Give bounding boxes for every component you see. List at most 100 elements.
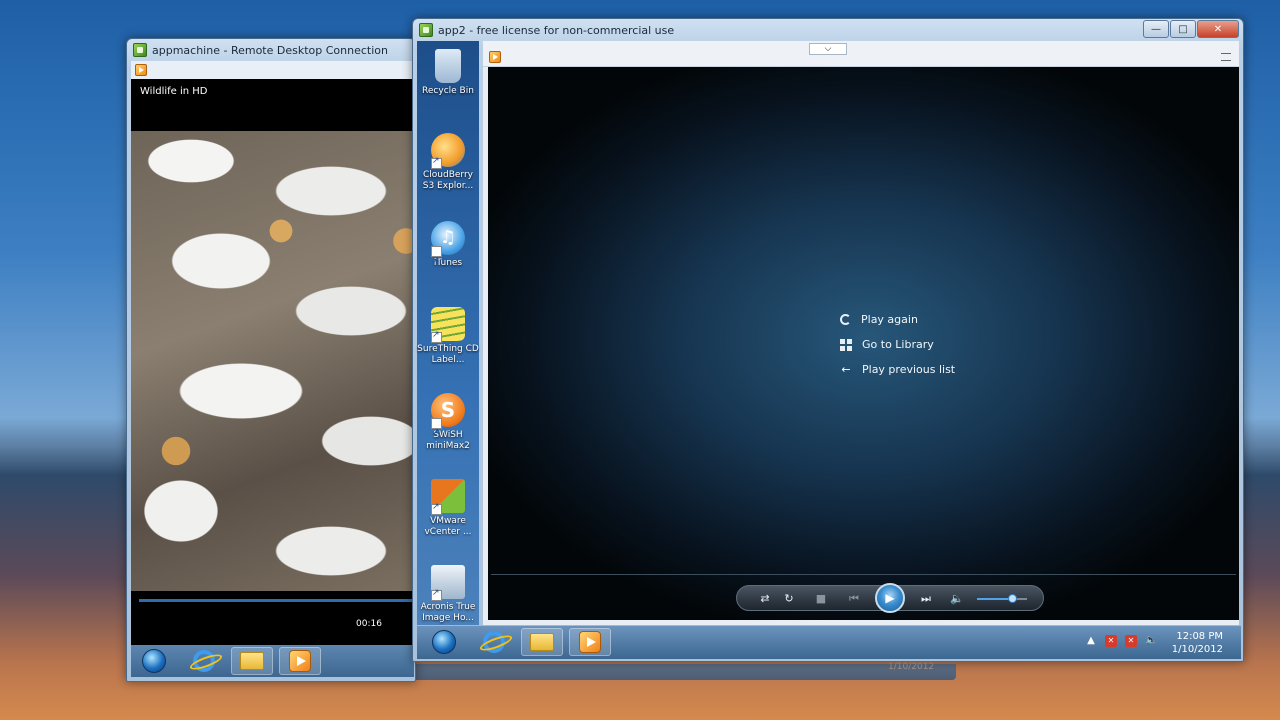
desktop-icon-label: VMware vCenter ...	[424, 516, 472, 537]
library-icon	[840, 338, 852, 351]
remote-session-area[interactable]: Wildlife in HD 00:16	[131, 61, 414, 677]
windows-orb-icon	[432, 630, 456, 654]
app2-window-title: app2 - free license for non-commercial u…	[438, 23, 675, 37]
windows-orb-icon	[142, 649, 166, 673]
windows-media-player-icon	[579, 631, 601, 653]
vmware-icon	[431, 479, 465, 515]
seek-bar[interactable]	[139, 599, 414, 602]
desktop-icon-vmware[interactable]: VMware vCenter ...	[417, 479, 479, 538]
progress-line[interactable]	[491, 574, 1236, 575]
menu-lines-icon[interactable]	[1221, 53, 1231, 61]
maximize-button[interactable]: □	[1170, 20, 1196, 38]
taskbar: ▲ ✕ ✕ 🔈 12:08 PM 1/10/2012	[417, 625, 1241, 659]
shortcut-arrow-icon	[431, 502, 442, 515]
folder-icon	[240, 652, 264, 670]
play-again-label: Play again	[861, 313, 918, 326]
desktop-icons-column: Recycle Bin CloudBerry S3 Explor... ♫ iT…	[417, 41, 479, 635]
play-again-option[interactable]: Play again	[840, 307, 955, 332]
shuffle-button[interactable]: ⇄	[755, 586, 775, 612]
acronis-icon	[431, 565, 465, 601]
start-button[interactable]	[133, 647, 175, 675]
rdc-icon-strip	[131, 61, 414, 79]
media-player-icon	[135, 64, 147, 76]
desktop-icon-recycle-bin[interactable]: Recycle Bin	[417, 49, 479, 97]
background-date: 1/10/2012	[888, 662, 935, 672]
folder-icon	[530, 633, 554, 651]
taskbar-wmp-button[interactable]	[569, 628, 611, 656]
stop-icon: ■	[815, 592, 827, 605]
recycle-bin-icon	[435, 49, 461, 83]
speaker-icon: 🔈	[950, 592, 964, 605]
itunes-icon: ♫	[431, 221, 465, 278]
repeat-button[interactable]: ↻	[779, 586, 799, 612]
back-arrow-icon: ←	[841, 362, 851, 376]
taskbar-ie-button[interactable]	[473, 628, 515, 656]
desktop-icon-surething[interactable]: SureThing CD Label...	[417, 307, 479, 366]
video-timecode: 00:16	[356, 619, 382, 629]
desktop-icon-cloudberry[interactable]: CloudBerry S3 Explor...	[417, 133, 479, 192]
stop-button[interactable]: ■	[811, 586, 831, 612]
show-hidden-icons-icon[interactable]: ▲	[1085, 635, 1097, 647]
network-icon[interactable]: ✕	[1125, 635, 1137, 647]
shortcut-arrow-icon	[431, 156, 442, 169]
swish-icon: S	[431, 393, 465, 450]
go-to-library-option[interactable]: Go to Library	[840, 332, 955, 357]
windows-media-player-icon	[289, 650, 311, 672]
play-previous-list-option[interactable]: ← Play previous list	[840, 357, 955, 382]
taskbar-wmp-button[interactable]	[279, 647, 321, 675]
desktop-icon-label: Recycle Bin	[422, 86, 474, 96]
taskbar-explorer-button[interactable]	[521, 628, 563, 656]
taskbar-clock[interactable]: 12:08 PM 1/10/2012	[1172, 630, 1223, 656]
shortcut-arrow-icon	[431, 416, 442, 450]
volume-slider[interactable]	[977, 598, 1027, 600]
desktop-icon-itunes[interactable]: ♫ iTunes	[417, 221, 479, 278]
desktop-icon-label: iTunes	[433, 258, 463, 268]
player-top-bar: ⌵	[483, 41, 1239, 67]
previous-icon: ⏮	[849, 592, 859, 605]
close-button[interactable]: ✕	[1197, 20, 1239, 38]
now-playing-stage[interactable]: Play again Go to Library ← Play previous…	[488, 67, 1239, 620]
collapse-chevron-button[interactable]: ⌵	[809, 43, 847, 55]
shortcut-arrow-icon	[431, 588, 442, 601]
previous-button[interactable]: ⏮	[841, 586, 867, 612]
media-player[interactable]: ⌵ Play again Go to Library ← Play previo…	[483, 41, 1239, 641]
volume-tray-icon[interactable]: 🔈	[1145, 635, 1157, 647]
desktop-icon-label: SureThing CD Label...	[417, 344, 479, 365]
app2-window[interactable]: app2 - free license for non-commercial u…	[412, 18, 1244, 662]
play-previous-list-label: Play previous list	[862, 363, 956, 376]
desktop-icon-label: Acronis True Image Ho...	[420, 602, 476, 623]
remote-taskbar	[131, 645, 414, 677]
video-title: Wildlife in HD	[140, 86, 208, 97]
window-controls: — □ ✕	[1142, 20, 1239, 38]
internet-explorer-icon	[483, 631, 505, 653]
shuffle-icon: ⇄	[760, 592, 770, 605]
cloudberry-icon	[431, 133, 465, 169]
play-button[interactable]: ▶	[875, 583, 905, 613]
surething-icon	[431, 307, 465, 343]
rdc-window-title: appmachine - Remote Desktop Connection	[152, 43, 388, 57]
mute-button[interactable]: 🔈	[947, 586, 967, 612]
remote-desktop-window[interactable]: appmachine - Remote Desktop Connection W…	[126, 38, 416, 682]
start-button[interactable]	[423, 628, 465, 656]
desktop-icon-label: CloudBerry S3 Explor...	[422, 170, 474, 191]
end-of-playback-menu: Play again Go to Library ← Play previous…	[840, 307, 955, 382]
app2-titlebar[interactable]: app2 - free license for non-commercial u…	[413, 19, 1243, 41]
repeat-icon: ↻	[784, 592, 794, 605]
minimize-button[interactable]: —	[1143, 20, 1169, 38]
play-icon: ▶	[885, 591, 895, 605]
desktop-icon-swish[interactable]: S SWiSH miniMax2	[417, 393, 479, 452]
rdc-titlebar[interactable]: appmachine - Remote Desktop Connection	[127, 39, 415, 61]
clock-time: 12:08 PM	[1176, 631, 1223, 642]
app2-app-icon	[419, 23, 433, 37]
next-button[interactable]: ⏭	[913, 586, 939, 612]
internet-explorer-icon	[193, 650, 215, 672]
video-frame-gannets[interactable]	[131, 131, 414, 591]
volume-slider-thumb[interactable]	[1008, 594, 1017, 603]
go-to-library-label: Go to Library	[862, 338, 934, 351]
taskbar-ie-button[interactable]	[183, 647, 225, 675]
desktop-icon-acronis[interactable]: Acronis True Image Ho...	[417, 565, 479, 624]
playback-controls: ⇄ ↻ ■ ⏮ ▶ ⏭ 🔈	[736, 583, 1044, 613]
remote-desktop-app-icon	[133, 43, 147, 57]
action-center-icon[interactable]: ✕	[1105, 635, 1117, 647]
taskbar-explorer-button[interactable]	[231, 647, 273, 675]
